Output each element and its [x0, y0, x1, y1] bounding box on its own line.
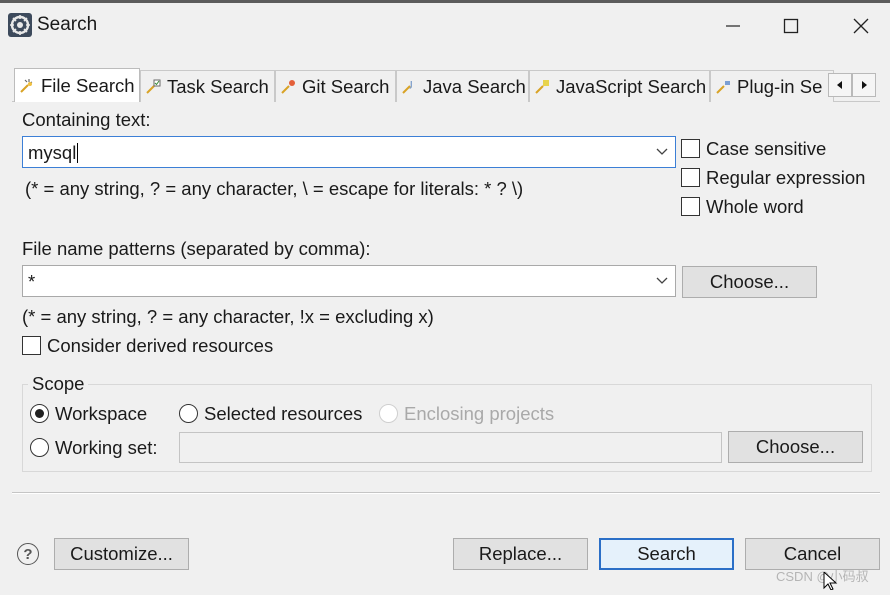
file-patterns-choose-button[interactable]: Choose...: [682, 266, 817, 298]
containing-text-label: Containing text:: [22, 109, 151, 130]
file-name-patterns-value: *: [28, 271, 36, 292]
selected-resources-radio[interactable]: [179, 404, 198, 423]
javascript-search-icon: [535, 79, 549, 94]
tab-file-search[interactable]: File Search: [14, 68, 140, 102]
workspace-label: Workspace: [55, 403, 148, 424]
enclosing-projects-radio[interactable]: [379, 404, 398, 423]
tab-java-search[interactable]: J Java Search: [396, 70, 529, 102]
eclipse-app-icon: [8, 13, 32, 37]
tab-label: Plug-in Se: [737, 75, 823, 97]
close-icon: [853, 18, 869, 34]
customize-button[interactable]: Customize...: [54, 538, 189, 570]
plugin-search-icon: [716, 80, 730, 94]
git-search-icon: [281, 79, 295, 94]
maximize-button[interactable]: [776, 12, 806, 40]
containing-text-hint: (* = any string, ? = any character, \ = …: [25, 178, 524, 199]
selected-resources-label: Selected resources: [204, 403, 363, 424]
tab-plugin-search[interactable]: Plug-in Se: [710, 70, 834, 102]
tab-label: Java Search: [423, 75, 526, 97]
tab-label: Task Search: [167, 75, 269, 97]
window-title: Search: [37, 14, 98, 35]
minimize-icon: [726, 25, 740, 27]
mouse-cursor-icon: [822, 570, 842, 591]
tab-scroll-right-button[interactable]: [852, 73, 876, 97]
enclosing-projects-label: Enclosing projects: [404, 403, 555, 424]
consider-derived-label: Consider derived resources: [47, 335, 274, 356]
window-top-edge: [0, 0, 890, 3]
workspace-radio[interactable]: [30, 404, 49, 423]
working-set-label: Working set:: [55, 437, 158, 458]
footer-separator: [12, 492, 880, 494]
whole-word-checkbox[interactable]: [681, 197, 700, 216]
task-search-icon: [146, 79, 161, 94]
tab-git-search[interactable]: Git Search: [275, 70, 396, 102]
working-set-radio[interactable]: [30, 438, 49, 457]
consider-derived-checkbox[interactable]: [22, 336, 41, 355]
title-bar: [0, 0, 890, 50]
regular-expression-label: Regular expression: [706, 167, 866, 188]
file-name-patterns-hint: (* = any string, ? = any character, !x =…: [22, 306, 434, 327]
scope-title: Scope: [28, 373, 89, 395]
tab-label: Git Search: [302, 75, 390, 97]
tab-javascript-search[interactable]: JavaScript Search: [529, 70, 710, 102]
case-sensitive-checkbox[interactable]: [681, 139, 700, 158]
triangle-left-icon: [837, 81, 842, 89]
tab-scroll-left-button[interactable]: [828, 73, 852, 97]
tab-label: File Search: [41, 74, 135, 96]
minimize-button[interactable]: [718, 12, 748, 40]
close-button[interactable]: [846, 12, 876, 40]
containing-text-value: mysql: [28, 142, 79, 163]
whole-word-label: Whole word: [706, 196, 804, 217]
regular-expression-checkbox[interactable]: [681, 168, 700, 187]
chevron-down-icon: [656, 148, 668, 155]
chevron-down-icon: [656, 277, 668, 284]
file-name-patterns-label: File name patterns (separated by comma):: [22, 238, 371, 259]
maximize-icon: [783, 18, 799, 34]
scope-choose-button[interactable]: Choose...: [728, 431, 863, 463]
containing-text-combo[interactable]: mysql: [22, 136, 676, 168]
triangle-right-icon: [862, 81, 867, 89]
tab-label: JavaScript Search: [556, 75, 707, 97]
case-sensitive-label: Case sensitive: [706, 138, 827, 159]
tab-task-search[interactable]: Task Search: [140, 70, 275, 102]
file-name-patterns-combo[interactable]: *: [22, 265, 676, 297]
java-search-icon: J: [402, 80, 412, 94]
file-search-icon: [20, 78, 33, 93]
working-set-field[interactable]: [179, 432, 722, 463]
svg-text:J: J: [409, 80, 412, 89]
search-button[interactable]: Search: [599, 538, 734, 570]
replace-button[interactable]: Replace...: [453, 538, 588, 570]
help-icon[interactable]: ?: [17, 543, 39, 565]
